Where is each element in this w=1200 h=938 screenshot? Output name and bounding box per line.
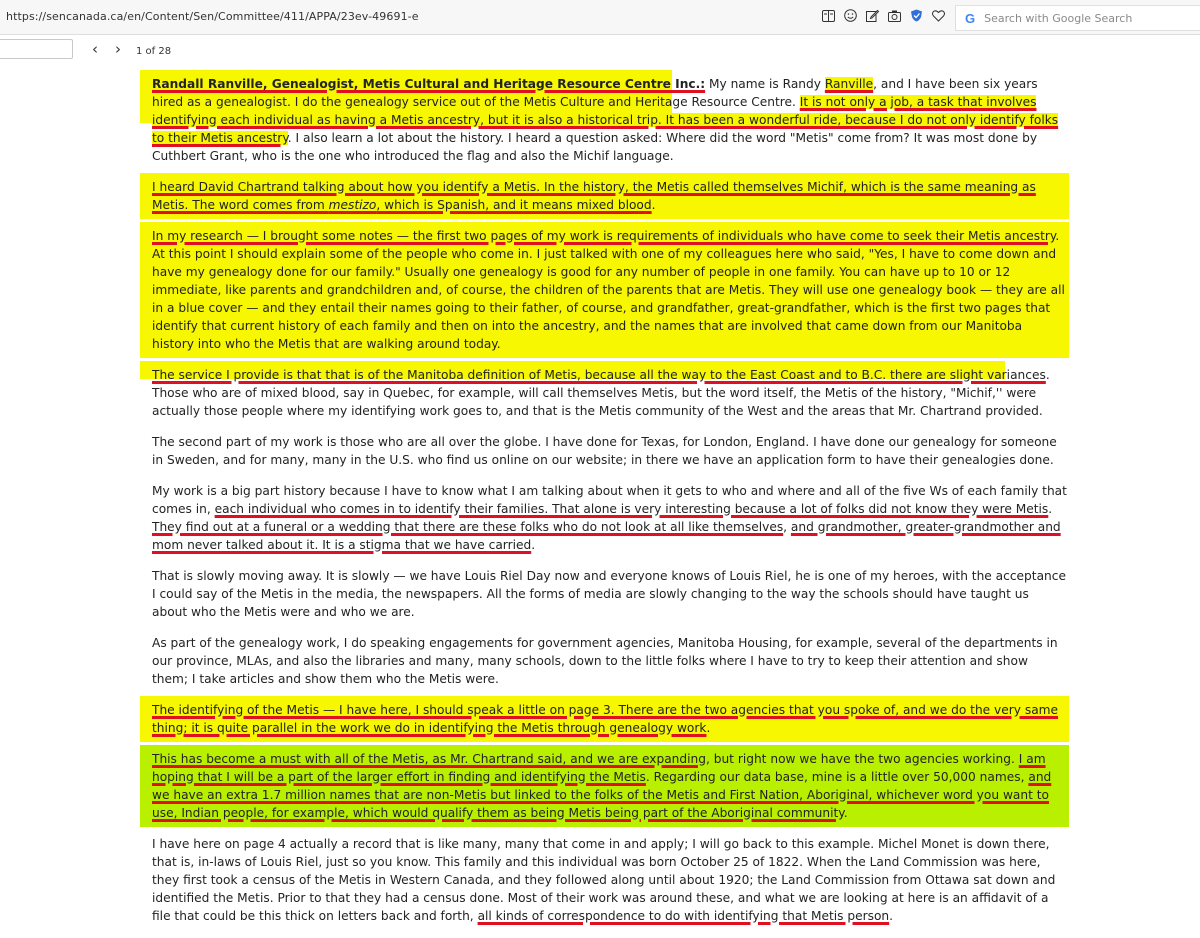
- text-run: .: [843, 806, 848, 820]
- speaker-name: Randall Ranville, Genealogist, Metis Cul…: [152, 77, 706, 91]
- text-run: . At this point I should explain some of…: [152, 229, 1065, 351]
- text-run: .: [651, 198, 656, 212]
- text-run: My name is Randy: [705, 77, 825, 91]
- web-search-input[interactable]: G Search with Google Search: [955, 5, 1200, 31]
- reader-view-icon[interactable]: [822, 9, 835, 22]
- find-input[interactable]: [0, 39, 73, 59]
- document-body: ... ..... . Randall Ranville, Genealogis…: [140, 58, 1069, 938]
- text-run: .: [889, 909, 894, 923]
- heart-icon[interactable]: [932, 9, 945, 22]
- paragraph-8: As part of the genealogy work, I do spea…: [152, 634, 1067, 688]
- italic-word: mestizo: [328, 198, 377, 212]
- prev-page-button[interactable]: ‹: [86, 40, 104, 60]
- text-run: .: [1048, 502, 1053, 516]
- paragraph-10: This has become a must with all of the M…: [140, 745, 1069, 827]
- text-run: , but right now we have the two agencies…: [705, 752, 1019, 766]
- google-icon: G: [965, 10, 976, 26]
- underlined-text: In my research — I brought some notes — …: [152, 229, 1056, 243]
- toolbar-icons: [822, 9, 945, 22]
- text-run: That is slowly moving away. It is slowly…: [152, 569, 1066, 619]
- text-run: ,: [783, 520, 791, 534]
- underlined-text: each individual who comes in to identify…: [214, 502, 1049, 516]
- underlined-text: , which is Spanish, and it means mixed b…: [376, 198, 652, 212]
- paragraph-9: The identifying of the Metis — I have he…: [140, 696, 1069, 742]
- page-count: 1 of 28: [136, 46, 172, 57]
- underlined-text: They find out at a funeral or a wedding …: [152, 520, 784, 534]
- paragraph-1: Randall Ranville, Genealogist, Metis Cul…: [140, 70, 1067, 165]
- cut-off-text: ... ..... .: [152, 63, 191, 70]
- paragraph-7: That is slowly moving away. It is slowly…: [152, 567, 1067, 621]
- paragraph-6: My work is a big part history because I …: [152, 482, 1067, 554]
- text-run: .: [531, 538, 536, 552]
- paragraph-4: The service I provide is that that is of…: [140, 361, 1067, 420]
- text-run: The second part of my work is those who …: [152, 435, 1057, 467]
- search-placeholder: Search with Google Search: [984, 11, 1133, 25]
- paragraph-2: I heard David Chartrand talking about ho…: [140, 173, 1069, 219]
- text-run: As part of the genealogy work, I do spea…: [152, 636, 1058, 686]
- text-run: .: [706, 721, 711, 735]
- underlined-text: This has become a must with all of the M…: [152, 752, 706, 766]
- smiley-icon[interactable]: [844, 9, 857, 22]
- underlined-text: The service I provide is that that is of…: [152, 368, 1046, 382]
- shield-icon[interactable]: [910, 9, 923, 22]
- highlighted-name: Ranville: [824, 77, 874, 91]
- paragraph-5: The second part of my work is those who …: [152, 433, 1067, 469]
- camera-icon[interactable]: [888, 9, 901, 22]
- paragraph-11: I have here on page 4 actually a record …: [152, 835, 1067, 925]
- address-bar[interactable]: https://sencanada.ca/en/Content/Sen/Comm…: [6, 10, 419, 23]
- edit-icon[interactable]: [866, 9, 879, 22]
- underlined-text: all kinds of correspondence to do with i…: [477, 909, 890, 923]
- text-run: . Regarding our data base, mine is a lit…: [645, 770, 1029, 784]
- paragraph-3: In my research — I brought some notes — …: [140, 222, 1069, 358]
- next-page-button[interactable]: ›: [109, 40, 127, 60]
- browser-toolbar: https://sencanada.ca/en/Content/Sen/Comm…: [0, 0, 1200, 35]
